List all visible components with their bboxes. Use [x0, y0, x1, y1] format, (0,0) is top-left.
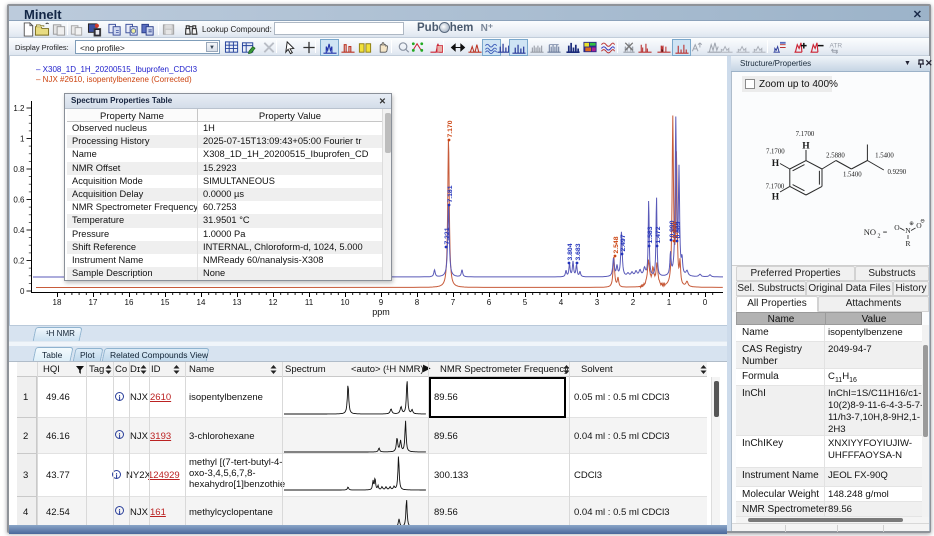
svg-text:0.4: 0.4 [13, 226, 25, 235]
svg-text:O: O [894, 223, 900, 232]
svg-text:H: H [802, 142, 810, 152]
svg-text:H: H [772, 193, 780, 203]
svg-text:=: = [883, 228, 888, 237]
svg-text:2.497: 2.497 [620, 234, 627, 251]
svg-text:N: N [905, 226, 911, 235]
svg-text:7.1700: 7.1700 [766, 183, 785, 190]
svg-text:1.2: 1.2 [13, 104, 25, 113]
svg-text:3.683: 3.683 [575, 243, 582, 260]
svg-text:17: 17 [89, 298, 98, 307]
svg-text:1.5400: 1.5400 [843, 171, 862, 178]
svg-text:7.221: 7.221 [444, 227, 451, 244]
svg-text:14: 14 [197, 298, 206, 307]
svg-text:10: 10 [341, 298, 350, 307]
svg-text:4: 4 [559, 298, 564, 307]
svg-text:1.472: 1.472 [655, 226, 662, 243]
svg-text:8: 8 [415, 298, 420, 307]
svg-text:18: 18 [53, 298, 62, 307]
svg-text:3.804: 3.804 [567, 243, 574, 260]
svg-text:0.889: 0.889 [675, 221, 682, 238]
svg-text:⊕: ⊕ [909, 221, 914, 227]
svg-text:0.9290: 0.9290 [888, 169, 907, 176]
svg-text:0.2: 0.2 [13, 256, 25, 265]
svg-text:7.1700: 7.1700 [766, 148, 785, 155]
svg-text:0.8: 0.8 [13, 165, 25, 174]
svg-text:0: 0 [703, 298, 708, 307]
svg-text:9: 9 [379, 298, 384, 307]
svg-text:– NJX #2610, isopentylbenzene: – NJX #2610, isopentylbenzene (Corrected… [36, 75, 192, 84]
svg-text:16: 16 [125, 298, 134, 307]
svg-text:ATR: ATR [829, 43, 842, 50]
svg-text:13: 13 [233, 298, 242, 307]
svg-text:0: 0 [20, 287, 25, 296]
svg-text:1: 1 [667, 298, 672, 307]
svg-text:6: 6 [487, 298, 492, 307]
svg-text:5: 5 [523, 298, 528, 307]
svg-text:R: R [905, 239, 910, 248]
svg-text:2.5880: 2.5880 [826, 153, 845, 160]
svg-text:0.6: 0.6 [13, 195, 25, 204]
svg-text:1.583: 1.583 [647, 226, 654, 243]
svg-text:⊖: ⊖ [920, 219, 925, 225]
svg-text:2: 2 [631, 298, 636, 307]
svg-text:7.1700: 7.1700 [796, 131, 815, 138]
svg-text:11: 11 [305, 298, 314, 307]
svg-text:2.548: 2.548 [613, 236, 620, 253]
svg-text:ppm: ppm [372, 307, 390, 317]
svg-text:15: 15 [161, 298, 170, 307]
svg-text:1: 1 [20, 134, 25, 143]
svg-text:7: 7 [451, 298, 456, 307]
svg-text:7.170: 7.170 [447, 120, 454, 137]
svg-text:2: 2 [878, 234, 881, 240]
svg-text:H: H [772, 159, 780, 169]
svg-text:1.5400: 1.5400 [875, 153, 894, 160]
svg-text:3: 3 [595, 298, 600, 307]
svg-text:– X308_1D_1H_20200515_Ibuprofe: – X308_1D_1H_20200515_Ibuprofen_CDCl3 [36, 65, 198, 74]
svg-text:NO: NO [864, 227, 876, 237]
svg-text:7.181: 7.181 [447, 185, 454, 202]
svg-text:12: 12 [269, 298, 278, 307]
